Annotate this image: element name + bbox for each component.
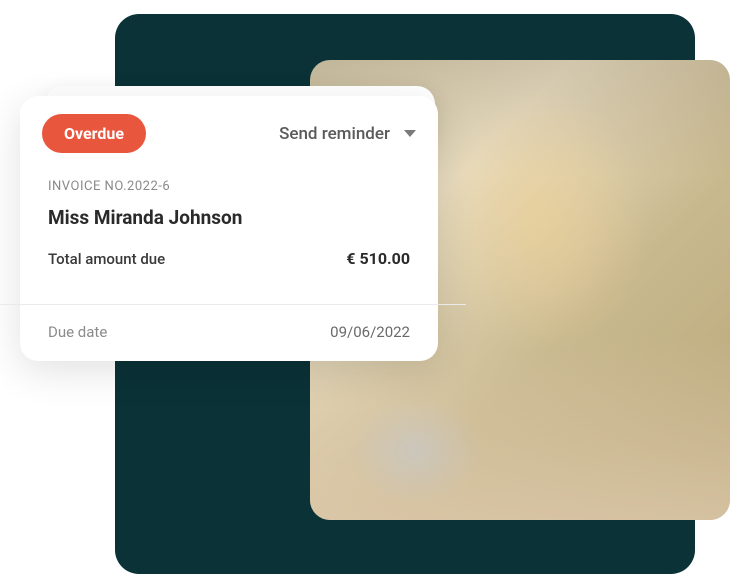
invoice-card: Overdue Send reminder INVOICE NO.2022-6 … (20, 96, 438, 361)
send-reminder-label: Send reminder (279, 124, 390, 144)
customer-name: Miss Miranda Johnson (48, 206, 410, 229)
due-date-value: 09/06/2022 (330, 323, 410, 341)
card-header: Overdue Send reminder (20, 96, 438, 171)
chevron-down-icon (404, 130, 416, 137)
due-date-row: Due date 09/06/2022 (20, 305, 438, 361)
due-date-label: Due date (48, 323, 107, 341)
card-body: INVOICE NO.2022-6 Miss Miranda Johnson T… (20, 171, 438, 304)
total-amount-label: Total amount due (48, 250, 165, 268)
invoice-number: INVOICE NO.2022-6 (48, 179, 410, 194)
status-badge: Overdue (42, 114, 146, 153)
send-reminder-dropdown[interactable]: Send reminder (279, 124, 416, 144)
amount-row: Total amount due € 510.00 (48, 249, 410, 286)
total-amount-value: € 510.00 (346, 249, 410, 268)
